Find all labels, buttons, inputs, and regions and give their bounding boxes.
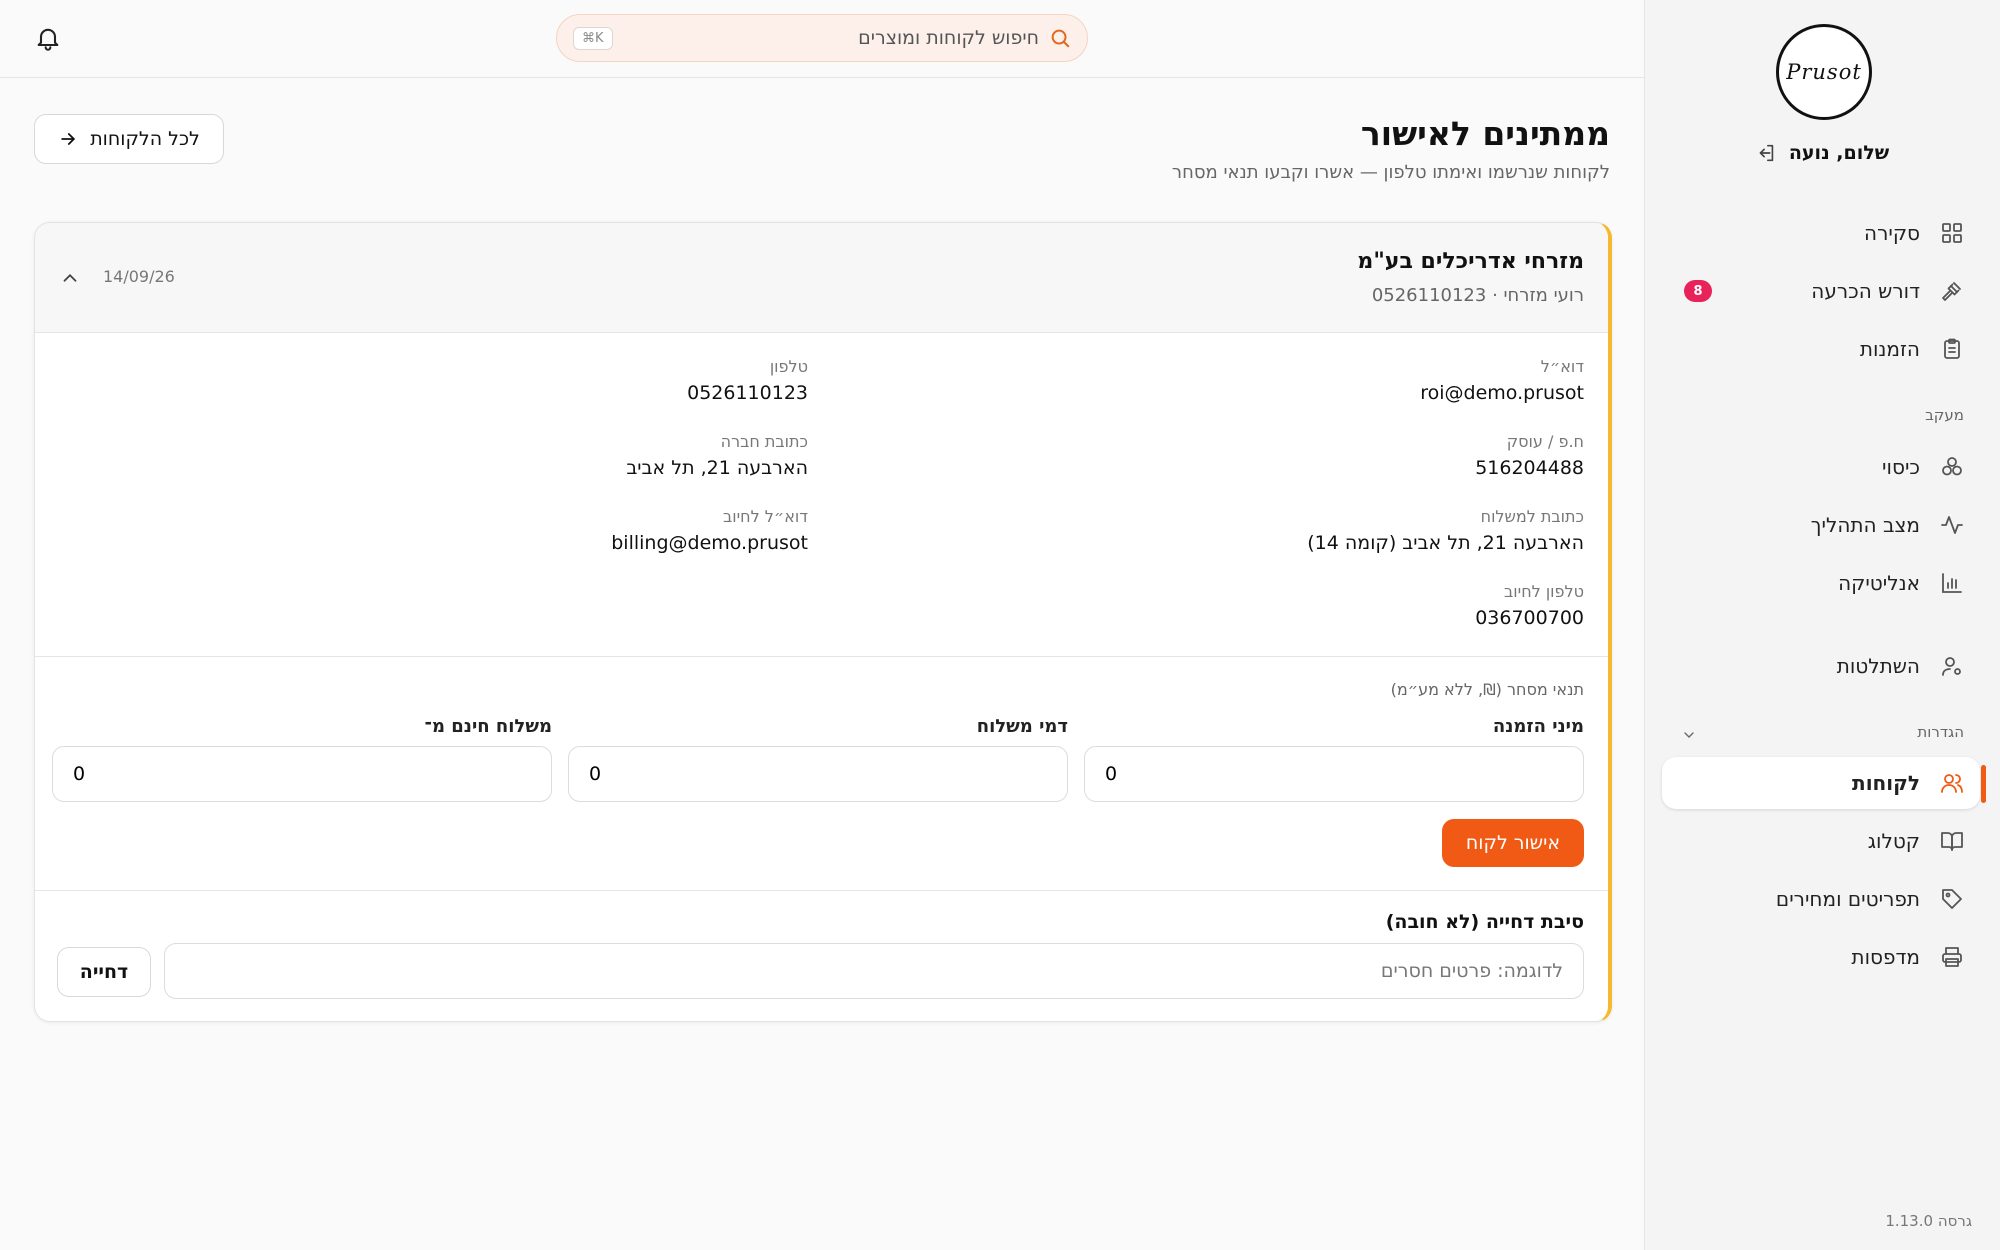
field-value: 516204488 [1475,457,1584,479]
bell-icon[interactable] [34,24,62,52]
topbar: ⌘K [0,0,1644,78]
sidebar-item-label: סקירה [1864,221,1920,245]
field-label: ח.פ / עוסק [1506,432,1584,451]
search-icon [1049,27,1071,49]
sidebar-item-label: הזמנות [1859,337,1920,361]
sidebar-item-subscriptions[interactable]: השתלטות [1662,640,1980,692]
field-value: הארבעה 21, תל אביב (קומה 14) [1307,532,1584,554]
all-customers-label: לכל הלקוחות [90,128,200,150]
page-title: ממתינים לאישור [1360,114,1610,153]
page-subtitle: לקוחות שנרשמו ואימתו טלפון — אשרו וקבעו … [1171,162,1610,183]
field-value: הארבעה 21, תל אביב [626,457,808,479]
reject-reason-input[interactable] [164,943,1584,999]
field-label: דוא״ל לחיוב [722,507,808,526]
clipboard-icon [1940,337,1964,361]
sidebar-item-label: מדפסות [1851,945,1920,969]
phone-field: טלפון 0526110123 [687,357,808,404]
sidebar-item-label: מצב התהליך [1810,513,1920,537]
shipping-fee-input[interactable] [568,746,1068,802]
grid-icon [1940,221,1964,245]
search-input[interactable] [612,27,1039,49]
field-value: 0526110123 [687,382,808,404]
section-divider [35,656,1608,657]
user-greeting: שלום, נועה [1788,142,1890,164]
sidebar-item-label: השתלטות [1836,654,1920,678]
gavel-icon [1940,279,1964,303]
sidebar-item-overview[interactable]: סקירה [1662,207,1980,259]
sidebar-item-label: לקוחות [1852,771,1920,795]
app-version: גרסה 1.13.0 [1885,1212,1972,1230]
sidebar-item-label: דורש הכרעה [1811,279,1920,303]
sidebar-item-label: אנליטיקה [1838,571,1920,595]
sidebar-item-label: כיסוי [1882,455,1920,479]
brand-logo[interactable]: Prusot [1776,24,1872,120]
field-value: 036700700 [1475,607,1584,629]
field-label: כתובת חברה [720,432,808,451]
field-value: billing@demo.prusot [611,532,808,554]
sidebar-item-catalog[interactable]: קטלוג [1662,815,1980,867]
sidebar-item-label: תפריטים ומחירים [1775,887,1920,911]
approve-customer-button[interactable]: אישור לקוח [1442,819,1584,867]
tag-icon [1940,887,1964,911]
company-address-field: כתובת חברה הארבעה 21, תל אביב [626,432,808,479]
boxes-icon [1940,455,1964,479]
field-label: כתובת למשלוח [1480,507,1584,526]
user-settings-icon [1940,654,1964,678]
book-icon [1940,829,1964,853]
field-value: roi@demo.prusot [1420,382,1584,404]
section-label-tracking: מעקב [1925,406,1964,424]
field-label: טלפון לחיוב [1504,582,1584,601]
free-shipping-input[interactable] [52,746,552,802]
min-order-input[interactable] [1084,746,1584,802]
free-shipping-label: משלוח חינם מ־ [424,716,553,737]
pending-customer-card: מזרחי אדריכלים בע"מ רועי מזרחי · 0526110… [34,222,1612,1022]
shipping-address-field: כתובת למשלוח הארבעה 21, תל אביב (קומה 14… [1307,507,1584,554]
search-bar[interactable]: ⌘K [556,14,1088,62]
search-shortcut-hint: ⌘K [573,26,613,50]
logout-icon[interactable] [1755,142,1777,164]
company-id-field: ח.פ / עוסק 516204488 [1475,432,1584,479]
card-header[interactable]: מזרחי אדריכלים בע"מ רועי מזרחי · 0526110… [35,223,1608,333]
registration-date: 14/09/26 [103,267,175,286]
min-order-label: מיני הזמנה [1492,716,1584,737]
sidebar-item-menus-prices[interactable]: תפריטים ומחירים [1662,873,1980,925]
sidebar-item-process-status[interactable]: מצב התהליך [1662,499,1980,551]
sidebar-item-needs-decision[interactable]: דורש הכרעה 8 [1662,265,1980,317]
email-field: דוא״ל roi@demo.prusot [1420,357,1584,404]
all-customers-button[interactable]: לכל הלקוחות [34,114,224,164]
sidebar-item-label: קטלוג [1867,829,1920,853]
sidebar-item-orders[interactable]: הזמנות [1662,323,1980,375]
brand-logo-text: Prusot [1786,60,1862,84]
activity-icon [1940,513,1964,537]
field-label: טלפון [769,357,808,376]
arrow-right-icon [58,129,78,149]
user-greeting-row: שלום, נועה [1644,142,2000,164]
reject-button[interactable]: דחייה [57,947,151,997]
trade-terms-title: תנאי מסחר (₪, ללא מע״מ) [1390,680,1584,699]
printer-icon [1940,945,1964,969]
field-label: דוא״ל [1540,357,1584,376]
sidebar-item-printers[interactable]: מדפסות [1662,931,1980,983]
reject-reason-label: סיבת דחייה (לא חובה) [1385,911,1584,933]
section-divider [35,890,1608,891]
sidebar-item-coverage[interactable]: כיסוי [1662,441,1980,493]
contact-and-phone: רועי מזרחי · 0526110123 [1371,285,1584,306]
billing-phone-field: טלפון לחיוב 036700700 [1475,582,1584,629]
sidebar: Prusot שלום, נועה סקירה דורש הכרעה 8 הזמ… [1644,0,2000,1250]
company-name: מזרחי אדריכלים בע"מ [1357,249,1584,274]
section-label-settings: הגדרות [1917,723,1964,741]
bar-chart-icon [1940,571,1964,595]
sidebar-item-analytics[interactable]: אנליטיקה [1662,557,1980,609]
active-indicator [1981,765,1986,803]
shipping-fee-label: דמי משלוח [976,716,1068,737]
pending-count-badge: 8 [1684,280,1712,302]
billing-email-field: דוא״ל לחיוב billing@demo.prusot [611,507,808,554]
sidebar-item-customers[interactable]: לקוחות [1662,757,1980,809]
chevron-up-icon[interactable] [59,267,81,289]
users-icon [1940,771,1964,795]
chevron-down-icon[interactable] [1681,727,1697,743]
